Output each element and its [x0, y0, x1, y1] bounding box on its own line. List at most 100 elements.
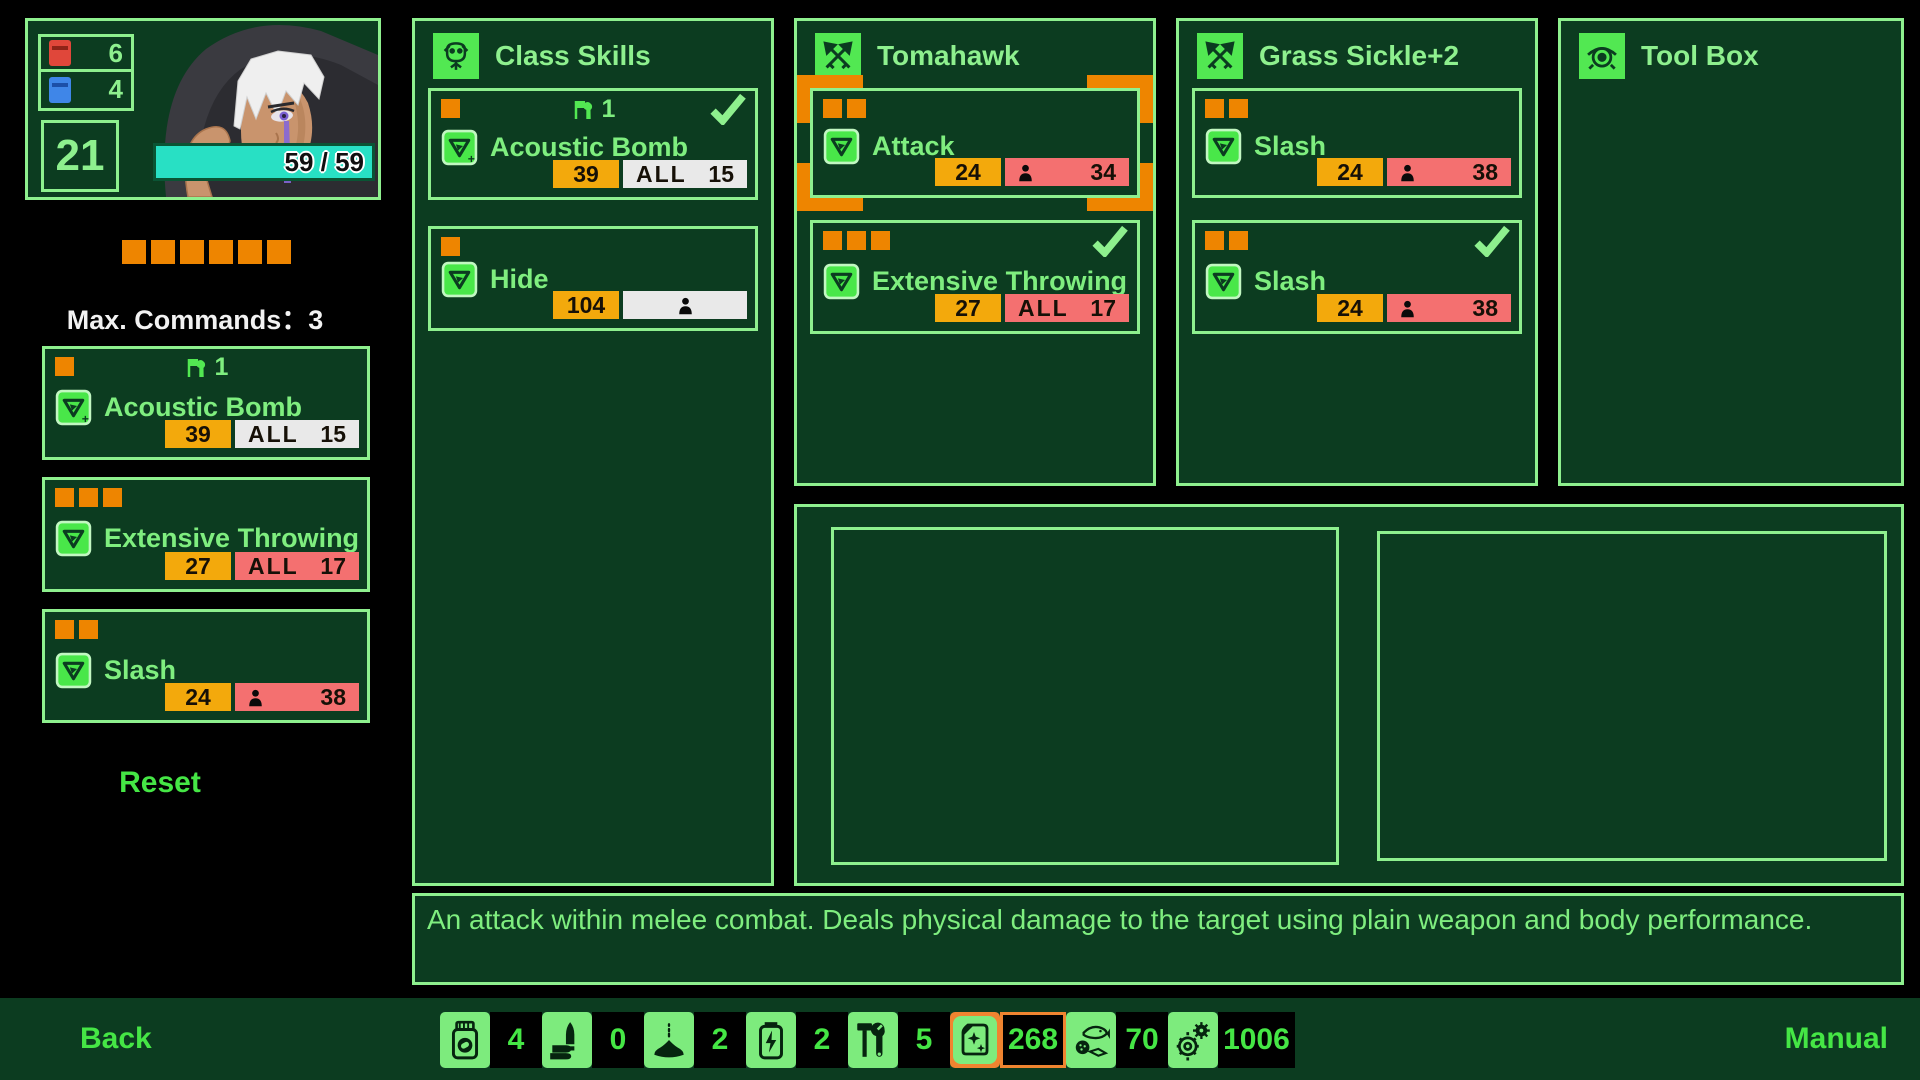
skill-icon [55, 652, 92, 689]
skill-card-slash-2[interactable]: Slash 24 38 [1192, 220, 1522, 334]
cost-pips [55, 488, 122, 507]
powder-icon [644, 1012, 694, 1068]
cost-badge: 39 [165, 420, 231, 448]
rations-icon [1066, 1012, 1116, 1068]
cost-pips [441, 237, 460, 256]
skill-name: Acoustic Bomb [490, 132, 688, 163]
blue-tome-count: 4 [109, 74, 123, 105]
panel-title: Tool Box [1641, 40, 1759, 72]
skill-card-hide[interactable]: Hide 104 [428, 226, 758, 331]
skill-icon [1205, 263, 1242, 300]
item-count: 70 [1116, 1012, 1168, 1068]
item-count: 268 [1000, 1012, 1066, 1068]
target-single-icon [678, 296, 693, 315]
item-count: 5 [898, 1012, 950, 1068]
repair-tools-icon [848, 1012, 898, 1068]
check-icon [1473, 225, 1511, 257]
item-fuel-can-selected[interactable]: 268 [950, 1012, 1066, 1068]
command-point-pips [122, 240, 291, 264]
skill-name: Slash [1254, 131, 1326, 162]
grass-sickle-icon [1197, 33, 1243, 79]
fuel-can-icon [950, 1012, 1000, 1068]
skill-icon [1205, 128, 1242, 165]
ammo-icon [542, 1012, 592, 1068]
item-powder[interactable]: 2 [644, 1012, 746, 1068]
skill-name: Hide [490, 264, 549, 295]
uses-indicator: 1 [431, 95, 755, 124]
red-tome-count: 6 [109, 38, 123, 69]
skill-name: Extensive Throwing [872, 266, 1127, 297]
queued-command-slash[interactable]: Slash 24 38 [42, 609, 370, 723]
cost-pips [1205, 99, 1248, 118]
item-count: 4 [490, 1012, 542, 1068]
skill-card-attack[interactable]: Attack 24 34 [810, 88, 1140, 198]
panel-title: Tomahawk [877, 40, 1020, 72]
target-power-badge: 38 [235, 683, 359, 711]
blue-tome-icon [49, 77, 71, 103]
reset-button[interactable]: Reset [0, 766, 320, 800]
skill-icon [441, 261, 478, 298]
tome-counters: 6 4 [38, 34, 134, 111]
target-single-icon [1400, 163, 1415, 182]
target-badge [623, 291, 747, 319]
item-gears[interactable]: 1006 [1168, 1012, 1295, 1068]
item-count: 0 [592, 1012, 644, 1068]
item-battery[interactable]: 2 [746, 1012, 848, 1068]
uses-count: 1 [215, 353, 229, 382]
skill-icon [55, 520, 92, 557]
target-power-badge: 34 [1005, 158, 1129, 186]
item-rations[interactable]: 70 [1066, 1012, 1168, 1068]
cost-pips [1205, 231, 1248, 250]
panel-class-skills: Class Skills 1 + Acoustic Bomb 39 ALL15 [412, 18, 774, 886]
skill-name: Slash [104, 655, 176, 686]
cost-badge: 24 [1317, 294, 1383, 322]
consumable-uses-icon [184, 356, 208, 380]
range-power-badge: ALL17 [235, 552, 359, 580]
check-icon [709, 93, 747, 125]
check-icon [1091, 225, 1129, 257]
uses-indicator: 1 [45, 353, 367, 382]
item-count: 2 [694, 1012, 746, 1068]
svg-text:+: + [82, 412, 89, 426]
cost-badge: 27 [935, 294, 1001, 322]
range-power-badge: ALL15 [623, 160, 747, 188]
target-single-icon [1400, 299, 1415, 318]
panel-tool-box: Tool Box [1558, 18, 1904, 486]
queued-command-acoustic-bomb[interactable]: 1 + Acoustic Bomb 39 ALL15 [42, 346, 370, 460]
panel-grass-sickle: Grass Sickle+2 Slash 24 38 Slash 24 [1176, 18, 1538, 486]
cost-badge: 104 [553, 291, 619, 319]
hp-bar: 59 / 59 [153, 143, 375, 181]
back-button[interactable]: Back [80, 1022, 152, 1056]
skill-name: Slash [1254, 266, 1326, 297]
class-skills-icon [433, 33, 479, 79]
skill-card-acoustic-bomb[interactable]: 1 + Acoustic Bomb 39 ALL15 [428, 88, 758, 200]
cost-pips [55, 620, 98, 639]
skill-icon: + [55, 389, 92, 426]
description-box: An attack within melee combat. Deals phy… [412, 893, 1904, 985]
target-power-badge: 38 [1387, 294, 1511, 322]
skill-icon: + [441, 129, 478, 166]
skill-icon [823, 128, 860, 165]
manual-button[interactable]: Manual [1785, 1022, 1888, 1056]
gears-icon [1168, 1012, 1218, 1068]
empty-slot-box-1 [831, 527, 1339, 865]
medicine-bottle-icon [440, 1012, 490, 1068]
skill-card-slash-1[interactable]: Slash 24 38 [1192, 88, 1522, 198]
red-tome-icon [49, 40, 71, 66]
range-power-badge: ALL15 [235, 420, 359, 448]
item-ammo[interactable]: 0 [542, 1012, 644, 1068]
skill-icon [823, 263, 860, 300]
panel-tomahawk: Tomahawk Attack 24 34 Extensive Throwing [794, 18, 1156, 486]
panel-title: Grass Sickle+2 [1259, 40, 1459, 72]
item-repair-tools[interactable]: 5 [848, 1012, 950, 1068]
level-value: 21 [41, 120, 119, 192]
svg-text:+: + [468, 152, 475, 166]
cost-badge: 39 [553, 160, 619, 188]
queued-command-extensive-throwing[interactable]: Extensive Throwing 27 ALL17 [42, 477, 370, 592]
panel-title: Class Skills [495, 40, 651, 72]
consumable-uses-icon [571, 98, 595, 122]
cost-badge: 27 [165, 552, 231, 580]
item-medicine-bottle[interactable]: 4 [440, 1012, 542, 1068]
item-count: 2 [796, 1012, 848, 1068]
skill-card-extensive-throwing[interactable]: Extensive Throwing 27 ALL17 [810, 220, 1140, 334]
